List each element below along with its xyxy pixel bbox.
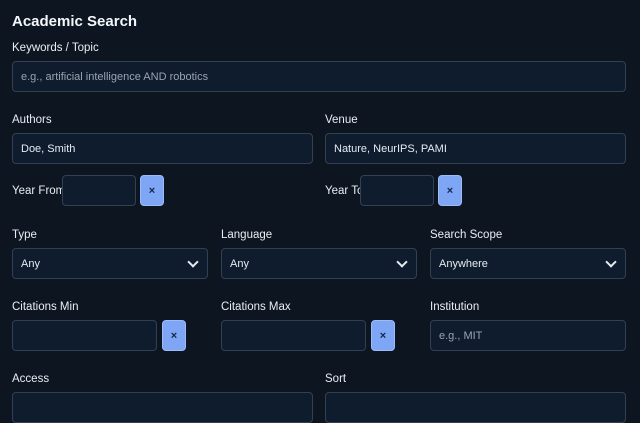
authors-label: Authors: [12, 114, 52, 126]
type-selected-value: Any: [21, 257, 40, 270]
citations-max-input[interactable]: [221, 320, 366, 351]
chevron-down-icon: [605, 255, 617, 268]
scope-label: Search Scope: [430, 229, 503, 241]
language-select[interactable]: Any: [221, 248, 417, 279]
academic-search-form: Academic Search Keywords / Topic Authors…: [0, 0, 640, 423]
page-title: Academic Search: [12, 13, 138, 30]
sort-select[interactable]: [325, 392, 626, 423]
institution-label: Institution: [430, 301, 480, 313]
citations-max-label: Citations Max: [221, 301, 291, 313]
citations-min-clear-button[interactable]: ×: [162, 320, 186, 351]
language-selected-value: Any: [230, 257, 249, 270]
year-to-label: Year To: [325, 185, 364, 197]
access-select[interactable]: [12, 392, 313, 423]
citations-max-clear-button[interactable]: ×: [371, 320, 395, 351]
chevron-down-icon: [396, 255, 408, 268]
institution-input[interactable]: [430, 320, 626, 351]
close-icon: ×: [379, 329, 387, 342]
authors-input[interactable]: [12, 133, 313, 164]
year-from-input[interactable]: [62, 175, 136, 206]
scope-select[interactable]: Anywhere: [430, 248, 626, 279]
access-label: Access: [12, 373, 50, 385]
type-select[interactable]: Any: [12, 248, 208, 279]
venue-input[interactable]: [325, 133, 626, 164]
year-from-label: Year From: [12, 185, 66, 197]
citations-min-label: Citations Min: [12, 301, 79, 313]
scope-selected-value: Anywhere: [439, 257, 488, 270]
chevron-down-icon: [187, 255, 199, 268]
close-icon: ×: [148, 184, 156, 197]
close-icon: ×: [446, 184, 454, 197]
year-from-clear-button[interactable]: ×: [140, 175, 164, 206]
venue-label: Venue: [325, 114, 358, 126]
language-label: Language: [221, 229, 273, 241]
type-label: Type: [12, 229, 37, 241]
citations-min-input[interactable]: [12, 320, 157, 351]
keywords-input[interactable]: [12, 61, 626, 92]
year-to-input[interactable]: [360, 175, 434, 206]
keywords-label: Keywords / Topic: [12, 42, 99, 54]
close-icon: ×: [170, 329, 178, 342]
sort-label: Sort: [325, 373, 347, 385]
year-to-clear-button[interactable]: ×: [438, 175, 462, 206]
